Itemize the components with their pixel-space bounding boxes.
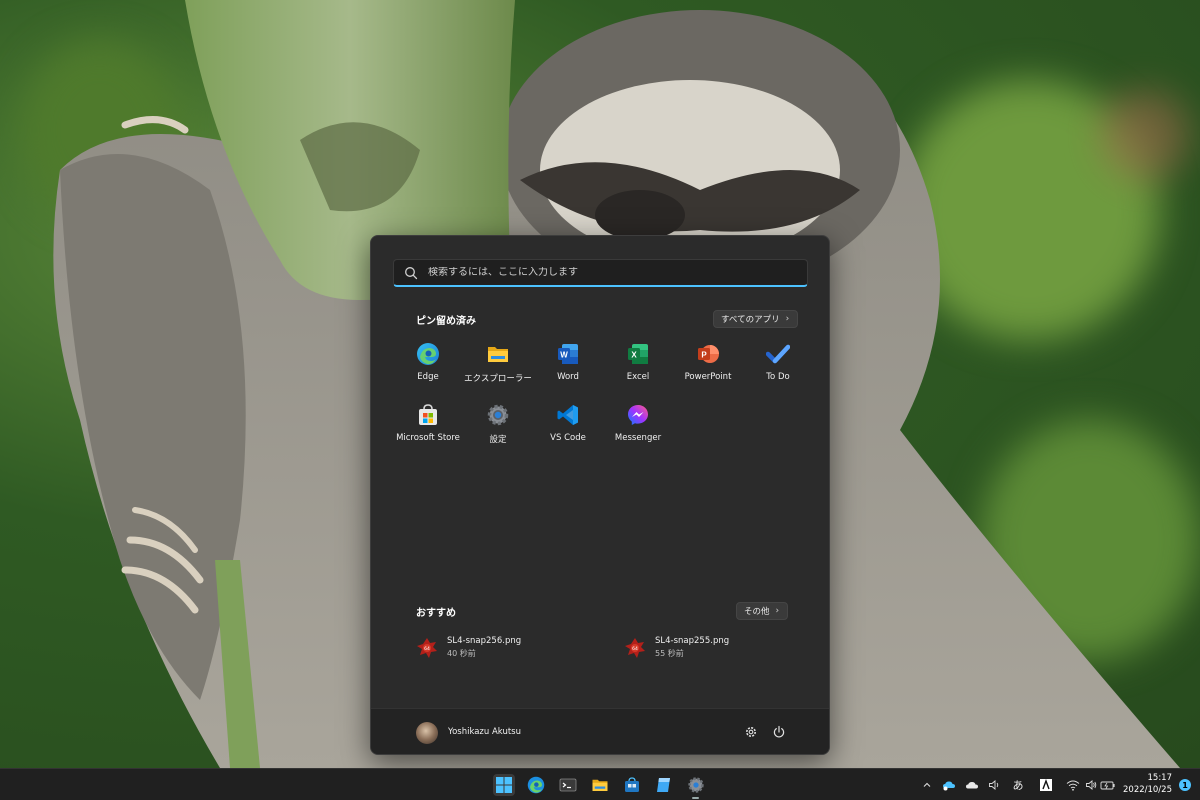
all-apps-label: すべてのアプリ <box>721 315 780 325</box>
all-apps-button[interactable]: すべてのアプリ › <box>713 310 799 328</box>
search-icon <box>405 266 418 279</box>
start-menu: ピン留め済み すべてのアプリ › Edge エクスプローラー <box>370 235 830 755</box>
file-explorer-icon <box>592 779 608 791</box>
chevron-right-icon: › <box>775 606 780 616</box>
avatar[interactable] <box>416 722 438 744</box>
pinned-app-word[interactable]: W Word <box>533 342 603 398</box>
settings-icon <box>688 777 704 793</box>
pinned-app-label: Excel <box>626 372 650 382</box>
volume-icon[interactable] <box>986 775 1002 795</box>
pen-input-icon <box>1040 779 1052 791</box>
taskbar: あ 15:17 2022/10/25 1 <box>0 768 1200 800</box>
show-hidden-icons-chevron-up-icon[interactable] <box>919 775 935 795</box>
svg-text:P: P <box>701 351 707 360</box>
excel-icon: X <box>628 344 648 364</box>
vscode-icon <box>557 405 578 425</box>
svg-text:64: 64 <box>632 646 638 652</box>
clock[interactable]: 15:17 2022/10/25 <box>1123 772 1172 796</box>
recommended-file-name: SL4-snap255.png <box>655 636 730 646</box>
pinned-app-powerpoint[interactable]: P PowerPoint <box>673 342 743 398</box>
pinned-app-excel[interactable]: X Excel <box>603 342 673 398</box>
svg-text:64: 64 <box>424 646 430 652</box>
file-explorer-icon <box>488 347 508 362</box>
recommended-title: おすすめ <box>416 608 456 619</box>
todo-icon <box>766 344 790 364</box>
image-file-icon: 64 <box>625 637 645 658</box>
pinned-app-settings[interactable]: 設定 <box>463 403 533 459</box>
clock-time: 15:17 <box>1147 773 1173 783</box>
pinned-app-edge[interactable]: Edge <box>393 342 463 398</box>
notepad-icon <box>657 778 670 792</box>
input-indicator-icon[interactable] <box>1038 775 1054 795</box>
taskbar-notepad[interactable] <box>653 774 675 796</box>
pinned-app-label: エクスプローラー <box>464 374 532 384</box>
recommended-file-name: SL4-snap256.png <box>447 636 522 646</box>
edge-icon <box>417 343 439 365</box>
taskbar-settings[interactable] <box>685 774 707 796</box>
taskbar-edge[interactable] <box>525 774 547 796</box>
speaker-icon <box>1086 780 1097 790</box>
user-name[interactable]: Yoshikazu Akutsu <box>448 727 521 737</box>
pinned-app-label: Microsoft Store <box>396 433 460 443</box>
taskbar-terminal[interactable] <box>557 774 579 796</box>
search-input[interactable] <box>428 267 788 278</box>
pinned-app-label: VS Code <box>550 433 586 443</box>
image-file-icon: 64 <box>417 637 437 658</box>
taskbar-explorer[interactable] <box>589 774 611 796</box>
store-bag-icon <box>625 777 639 792</box>
svg-text:W: W <box>560 351 568 360</box>
chevron-up-icon <box>923 782 931 787</box>
onedrive-icon <box>943 781 955 791</box>
chevron-right-icon: › <box>785 314 790 324</box>
battery-icon[interactable] <box>1100 775 1116 795</box>
running-indicator <box>692 797 699 799</box>
word-icon: W <box>558 344 578 364</box>
wifi-signal-icon <box>1066 780 1080 791</box>
pinned-app-label: Messenger <box>614 433 662 443</box>
pinned-app-label: 設定 <box>489 435 507 445</box>
ime-mode-indicator[interactable]: あ <box>1010 775 1026 795</box>
pinned-app-vscode[interactable]: VS Code <box>533 403 603 459</box>
windows-logo-icon <box>496 777 512 793</box>
messenger-icon <box>628 405 648 425</box>
onedrive-icon[interactable] <box>964 775 980 795</box>
recommended-file-time: 40 秒前 <box>447 649 476 658</box>
search-box[interactable] <box>393 259 808 287</box>
terminal-icon <box>559 778 577 792</box>
edge-icon <box>527 776 545 794</box>
svg-text:X: X <box>631 351 637 360</box>
notification-badge[interactable]: 1 <box>1179 779 1191 791</box>
speaker-icon <box>989 780 999 790</box>
start-button[interactable] <box>493 774 515 796</box>
power-icon[interactable] <box>772 725 786 739</box>
onedrive-sync-icon[interactable] <box>941 775 957 795</box>
taskbar-store[interactable] <box>621 774 643 796</box>
wifi-icon[interactable] <box>1065 775 1081 795</box>
recommended-file-time: 55 秒前 <box>655 649 684 658</box>
pinned-app-todo[interactable]: To Do <box>743 342 813 398</box>
battery-charging-icon <box>1100 781 1115 790</box>
cloud-icon <box>966 782 978 789</box>
more-button[interactable]: その他 › <box>736 602 789 620</box>
recommended-item[interactable]: 64 SL4-snap256.png 40 秒前 <box>416 636 521 659</box>
pinned-title: ピン留め済み <box>416 316 476 327</box>
pinned-app-label: To Do <box>766 372 790 382</box>
clock-date: 2022/10/25 <box>1123 785 1172 795</box>
pinned-app-store[interactable]: Microsoft Store <box>393 403 463 459</box>
more-label: その他 <box>744 607 770 617</box>
pinned-app-label: Word <box>557 372 579 382</box>
store-icon <box>419 404 437 425</box>
settings-gear-icon[interactable] <box>744 725 758 739</box>
pinned-app-label: PowerPoint <box>684 372 732 382</box>
pinned-app-explorer[interactable]: エクスプローラー <box>463 342 533 398</box>
settings-icon <box>487 404 509 426</box>
volume-icon[interactable] <box>1083 775 1099 795</box>
powerpoint-icon: P <box>698 345 719 363</box>
recommended-item[interactable]: 64 SL4-snap255.png 55 秒前 <box>624 636 729 659</box>
pinned-app-messenger[interactable]: Messenger <box>603 403 673 459</box>
pinned-app-label: Edge <box>417 372 439 382</box>
start-footer: Yoshikazu Akutsu <box>371 708 829 754</box>
